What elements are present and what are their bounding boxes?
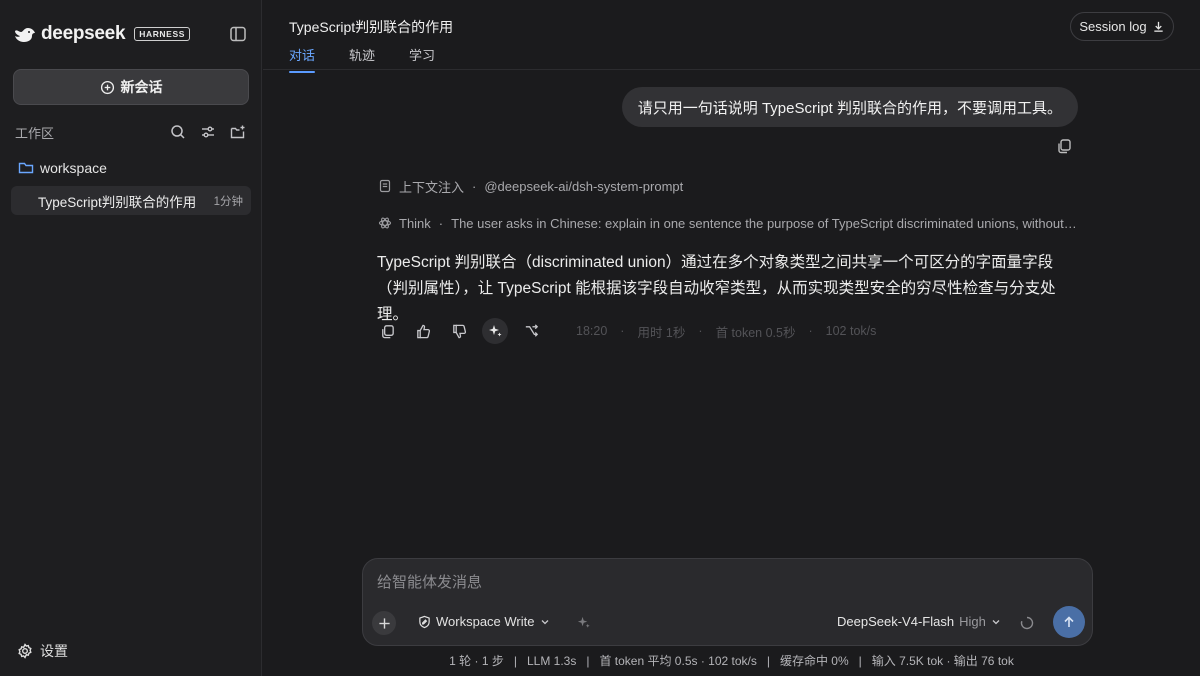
filter-sliders-icon[interactable] xyxy=(199,123,217,141)
context-label: 上下文注入 xyxy=(399,179,465,195)
gear-icon xyxy=(17,643,33,659)
message-duration: 用时 1秒 xyxy=(637,325,686,340)
settings-label: 设置 xyxy=(40,643,68,659)
message-speed: 102 tok/s xyxy=(825,324,877,338)
session-time: 1分钟 xyxy=(213,195,243,208)
message-time: 18:20 xyxy=(576,324,608,338)
sidebar-toggle-icon[interactable] xyxy=(228,24,248,44)
branch-icon[interactable] xyxy=(518,318,544,344)
folder-icon xyxy=(18,161,34,175)
think-summary: The user asks in Chinese: explain in one… xyxy=(451,215,1078,231)
plus-circle-icon xyxy=(100,80,115,95)
message-first-token: 首 token 0.5秒 xyxy=(715,325,796,340)
new-chat-button[interactable]: 新会话 xyxy=(13,69,249,105)
shield-edit-icon xyxy=(418,615,431,629)
chevron-down-icon xyxy=(540,617,550,627)
assistant-answer: TypeScript 判别联合（discriminated union）通过在多… xyxy=(377,254,1056,323)
permission-mode-dropdown[interactable]: Workspace Write xyxy=(418,614,550,629)
session-title: TypeScript判别联合的作用 xyxy=(38,194,197,210)
workspace-header: 工作区 xyxy=(15,123,247,141)
model-chevron-down-icon xyxy=(991,617,1001,627)
page-title: TypeScript判别联合的作用 xyxy=(289,19,454,35)
permission-mode-label: Workspace Write xyxy=(436,614,535,629)
context-value: @deepseek-ai/dsh-system-prompt xyxy=(484,178,684,194)
tab-trace[interactable]: 轨迹 xyxy=(349,45,375,73)
workspace-title: 工作区 xyxy=(15,125,55,141)
message-stats: 18:20 · 用时 1秒 · 首 token 0.5秒 · 102 tok/s xyxy=(576,322,876,341)
new-folder-icon[interactable] xyxy=(229,123,247,141)
sparkle-icon[interactable] xyxy=(482,318,508,344)
status-bar: 1 轮 · 1 步 | LLM 1.3s | 首 token 平均 0.5s ·… xyxy=(449,654,1014,668)
session-log-button[interactable]: Session log xyxy=(1070,12,1174,41)
tab-bar: 对话 轨迹 学习 xyxy=(289,45,435,73)
model-selector[interactable]: DeepSeek-V4-Flash High xyxy=(837,614,1001,629)
search-icon[interactable] xyxy=(169,123,187,141)
user-message: 请只用一句话说明 TypeScript 判别联合的作用，不要调用工具。 xyxy=(621,87,1078,127)
workspace-folder[interactable]: workspace xyxy=(18,158,107,178)
send-button[interactable] xyxy=(1053,606,1085,638)
message-actions: 18:20 · 用时 1秒 · 首 token 0.5秒 · 102 tok/s xyxy=(374,318,876,344)
tab-learn[interactable]: 学习 xyxy=(409,45,435,73)
message-input[interactable] xyxy=(377,571,1057,593)
document-icon xyxy=(378,179,392,193)
settings-button[interactable]: 设置 xyxy=(17,641,68,661)
think-row[interactable]: Think · The user asks in Chinese: explai… xyxy=(378,214,1078,232)
brand-name: deepseek xyxy=(41,23,126,44)
enhance-sparkle-icon[interactable] xyxy=(576,615,592,631)
attach-plus-icon[interactable] xyxy=(372,611,396,635)
download-icon xyxy=(1152,20,1165,33)
brand-logo[interactable]: deepseek HARNESS xyxy=(14,22,190,46)
sidebar: deepseek HARNESS 新会话 工作区 workspace TypeS… xyxy=(0,0,262,676)
thumbs-down-icon[interactable] xyxy=(446,318,472,344)
context-injection-row[interactable]: 上下文注入 · @deepseek-ai/dsh-system-prompt xyxy=(378,177,683,195)
folder-name: workspace xyxy=(40,160,107,176)
model-level: High xyxy=(959,614,986,629)
session-log-label: Session log xyxy=(1079,19,1147,34)
thumbs-up-icon[interactable] xyxy=(410,318,436,344)
topbar: TypeScript判别联合的作用 对话 轨迹 学习 Session log xyxy=(263,0,1200,73)
model-name: DeepSeek-V4-Flash xyxy=(837,614,955,629)
loading-spinner-icon xyxy=(1020,616,1034,630)
tab-conversation[interactable]: 对话 xyxy=(289,45,316,73)
main-panel: TypeScript判别联合的作用 对话 轨迹 学习 Session log 请… xyxy=(263,0,1200,676)
copy-icon[interactable] xyxy=(1055,137,1073,155)
brain-icon xyxy=(378,216,392,230)
new-chat-label: 新会话 xyxy=(120,79,163,95)
think-label: Think xyxy=(399,215,431,231)
session-item[interactable]: TypeScript判别联合的作用 1分钟 xyxy=(11,186,251,215)
harness-badge: HARNESS xyxy=(134,27,190,41)
composer: Workspace Write DeepSeek-V4-Flash High xyxy=(362,558,1093,646)
whale-logo-icon xyxy=(14,25,36,43)
copy-answer-icon[interactable] xyxy=(374,318,400,344)
